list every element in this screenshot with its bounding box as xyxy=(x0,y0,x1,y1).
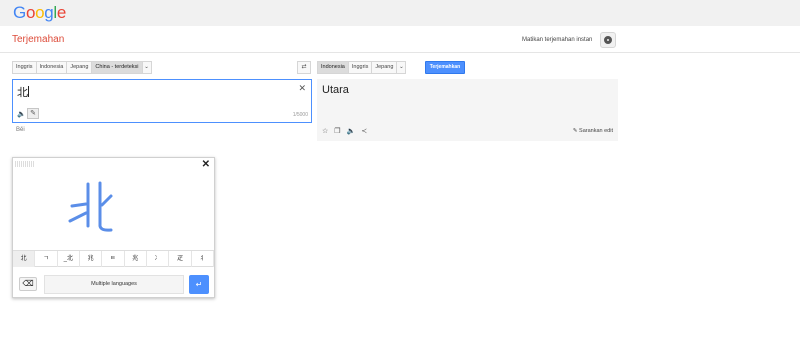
candidate-button[interactable]: 兆 xyxy=(125,251,147,267)
candidate-button[interactable]: 冫 xyxy=(147,251,170,267)
chevron-down-icon: ⌄ xyxy=(399,64,404,70)
logo-letter: G xyxy=(13,3,26,22)
handwriting-candidates: 北ㄱ _北兆ㅌ兆冫疋丬 xyxy=(13,250,214,267)
candidate-button[interactable]: _北 xyxy=(58,251,80,267)
source-romanization: Běi xyxy=(16,127,25,133)
gear-icon xyxy=(604,36,612,44)
settings-button[interactable] xyxy=(600,32,616,48)
chevron-down-icon: ⌄ xyxy=(144,64,149,70)
handwriting-backspace-button[interactable]: ⌫ xyxy=(19,277,37,291)
suggest-edit-link[interactable]: ✎ Sarankan edit xyxy=(573,128,613,134)
source-text-input[interactable]: 北 xyxy=(17,84,29,100)
speaker-icon[interactable]: 🔈 xyxy=(347,127,356,135)
handwriting-language-button[interactable]: Multiple languages xyxy=(44,275,184,294)
translate-button[interactable]: Terjemahkan xyxy=(425,61,465,74)
language-button[interactable]: Jepang xyxy=(66,61,93,74)
share-icon[interactable]: ≺ xyxy=(361,127,367,135)
translation-output-box: Utara ☆ ❐ 🔈 ≺ ✎ Sarankan edit xyxy=(317,79,618,141)
close-icon: ✕ xyxy=(201,159,210,170)
swap-icon: ⇄ xyxy=(301,64,307,70)
logo-letter: e xyxy=(56,3,67,22)
target-language-bar: Indonesia Inggris Jepang ⌄ xyxy=(317,61,407,74)
copy-icon[interactable]: ❐ xyxy=(334,127,340,135)
header-bar: Terjemahan Matikan terjemahan instan xyxy=(0,26,800,53)
handwriting-panel: ✕ 北ㄱ _北兆ㅌ兆冫疋丬 ⌫ Multiple languages ↵ xyxy=(12,157,215,298)
language-button[interactable]: Inggris xyxy=(12,61,37,74)
candidate-button[interactable]: ㅌ xyxy=(102,251,125,267)
source-text-box[interactable]: 北 ✕ 🔈 ✎ 1/5000 xyxy=(12,79,312,123)
candidate-button[interactable]: ㄱ xyxy=(35,251,58,267)
ink-strokes xyxy=(68,181,113,232)
language-button[interactable]: Inggris xyxy=(347,61,373,74)
close-icon: ✕ xyxy=(298,83,306,93)
logo-letter: o xyxy=(35,3,45,22)
top-bar: Google xyxy=(0,0,800,26)
language-button[interactable]: Indonesia xyxy=(35,61,68,74)
language-button[interactable]: China - terdeteksi xyxy=(91,61,143,74)
translation-toolbar: ☆ ❐ 🔈 ≺ xyxy=(322,127,367,135)
instant-translation-toggle[interactable]: Matikan terjemahan instan xyxy=(522,37,592,43)
clear-text-button[interactable]: ✕ xyxy=(298,83,306,94)
pencil-icon: ✎ xyxy=(572,128,578,134)
drag-handle-icon[interactable] xyxy=(15,161,35,167)
star-icon[interactable]: ☆ xyxy=(322,127,328,135)
handwriting-close-button[interactable]: ✕ xyxy=(202,159,210,170)
swap-languages-button[interactable]: ⇄ xyxy=(297,61,311,74)
google-logo[interactable]: Google xyxy=(13,3,66,23)
character-count: 1/5000 xyxy=(292,112,308,118)
candidate-button[interactable]: 疋 xyxy=(169,251,192,267)
language-button[interactable]: Indonesia xyxy=(317,61,349,74)
suggest-edit-label: Sarankan edit xyxy=(579,128,613,134)
backspace-icon: ⌫ xyxy=(22,279,34,288)
candidate-button[interactable]: 北 xyxy=(13,251,36,267)
translation-text: Utara xyxy=(322,84,349,96)
handwriting-toggle-button[interactable]: ✎ xyxy=(27,108,39,119)
logo-letter: o xyxy=(25,3,36,22)
language-button[interactable]: Jepang xyxy=(371,61,398,74)
text-caret xyxy=(28,86,29,97)
pencil-icon: ✎ xyxy=(30,110,36,117)
source-language-bar: Inggris Indonesia Jepang China - terdeteksi… xyxy=(12,61,152,74)
language-dropdown-button[interactable]: ⌄ xyxy=(396,61,407,74)
handwriting-enter-button[interactable]: ↵ xyxy=(189,275,209,294)
handwriting-canvas[interactable] xyxy=(13,170,214,250)
source-listen-button[interactable]: 🔈 xyxy=(17,110,26,118)
language-dropdown-button[interactable]: ⌄ xyxy=(141,61,152,74)
speaker-icon: 🔈 xyxy=(17,111,26,118)
source-text: 北 xyxy=(17,87,28,99)
candidate-button[interactable]: 兆 xyxy=(80,251,103,267)
candidate-button[interactable]: 丬 xyxy=(192,251,214,267)
product-title: Terjemahan xyxy=(12,34,65,45)
enter-icon: ↵ xyxy=(195,280,203,289)
